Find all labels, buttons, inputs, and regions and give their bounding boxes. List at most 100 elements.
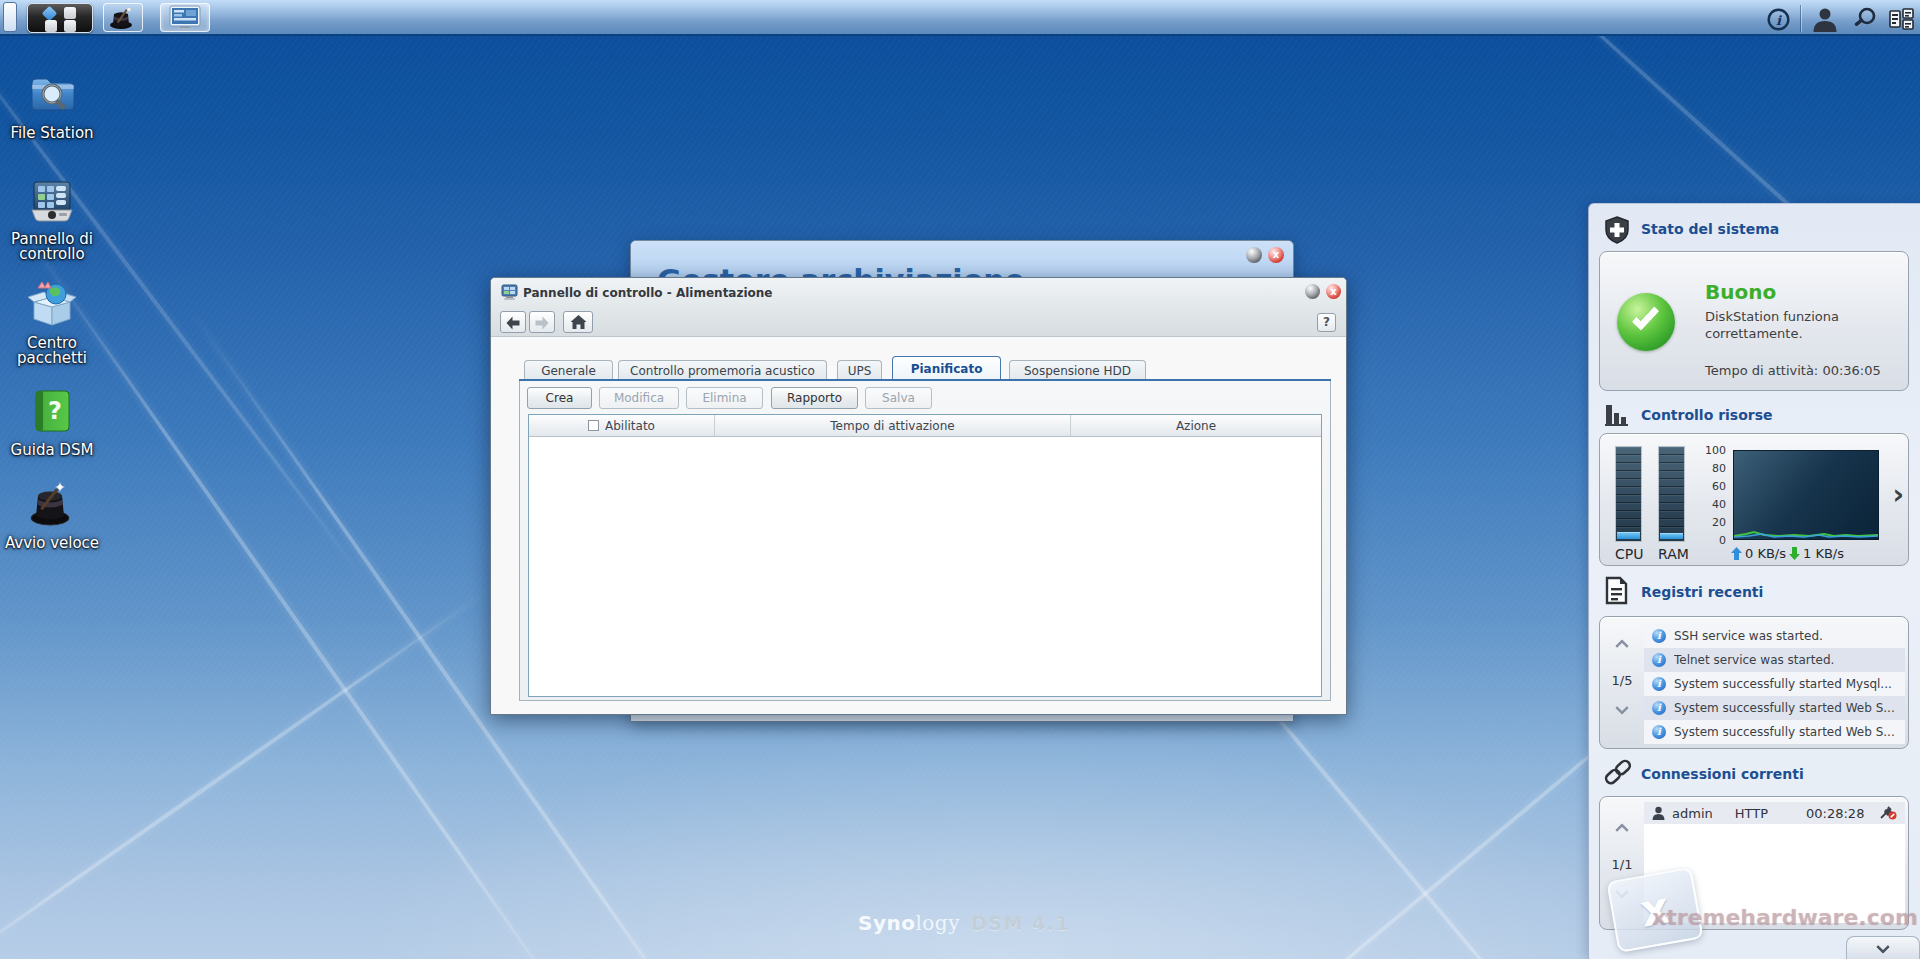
rapporto-button[interactable]: Rapporto — [771, 387, 858, 409]
conn-scroll-up[interactable] — [1615, 823, 1629, 837]
tab-controllo-promemoria[interactable]: Controllo promemoria acustico — [618, 360, 827, 381]
download-value: 1 KB/s — [1803, 546, 1844, 561]
close-icon[interactable]: x — [1268, 247, 1284, 263]
minimize-button[interactable] — [1246, 247, 1262, 263]
info-icon: i — [1652, 725, 1666, 739]
info-icon: i — [1767, 8, 1790, 31]
info-icon: i — [1652, 677, 1666, 691]
taskbar: i — [0, 0, 1920, 36]
sidebar-collapse-tab[interactable] — [1846, 936, 1920, 959]
quick-start-icon — [26, 480, 78, 528]
connections-icon — [1603, 756, 1633, 786]
show-desktop-button[interactable] — [3, 2, 17, 32]
axis-0: 0 — [1700, 534, 1726, 547]
tab-generale[interactable]: Generale — [524, 360, 613, 381]
upload-value: 0 KB/s — [1745, 546, 1786, 561]
conn-protocol: HTTP — [1735, 806, 1768, 821]
window-minimize-button[interactable] — [1305, 284, 1320, 299]
disconnect-icon[interactable] — [1880, 806, 1897, 820]
axis-80: 80 — [1700, 462, 1726, 475]
desktop-icon-label: File Station — [0, 126, 104, 141]
active-app-button[interactable] — [160, 3, 210, 32]
log-list: iSSH service was started. iTelnet servic… — [1644, 624, 1905, 744]
status-desc: DiskStation funzionacorrettamente. — [1705, 308, 1839, 342]
log-row: iSSH service was started. — [1644, 624, 1905, 648]
status-text: Buono — [1705, 280, 1776, 304]
logs-scroll-up[interactable] — [1615, 639, 1629, 653]
watermark-text: xtremehardware.com — [1652, 905, 1918, 930]
main-menu-button[interactable] — [27, 3, 93, 33]
forward-button[interactable] — [529, 311, 555, 333]
axis-60: 60 — [1700, 480, 1726, 493]
column-tempo: Tempo di attivazione — [715, 415, 1071, 436]
tab-ups[interactable]: UPS — [837, 360, 882, 381]
help-button[interactable]: ? — [1317, 313, 1336, 332]
resource-monitor-title: Controllo risorse — [1641, 407, 1773, 423]
schedule-table: Abilitato Tempo di attivazione Azione — [528, 414, 1322, 697]
log-row: iSystem successfully started Web S... — [1644, 696, 1905, 720]
system-status-icon — [1603, 215, 1631, 245]
dsm-logo-version: DSM 4.1 — [971, 912, 1070, 934]
resource-monitor-card: CPU RAM 100 80 60 40 20 0 0 KB/s 1 KB/s … — [1599, 433, 1909, 566]
log-row: iSystem successfully started Web S... — [1644, 720, 1905, 744]
upload-icon — [1731, 547, 1742, 560]
connections-title: Connessioni correnti — [1641, 766, 1804, 782]
quick-launch-button[interactable] — [103, 3, 143, 32]
resource-monitor-icon — [1603, 401, 1631, 429]
desktop-icon-package-center[interactable]: Centro pacchetti — [0, 280, 104, 366]
conn-time: 00:28:28 — [1806, 806, 1864, 821]
info-icon: i — [1652, 701, 1666, 715]
desktop-icon-label: Centro pacchetti — [0, 336, 104, 366]
info-button[interactable]: i — [1764, 0, 1792, 38]
axis-20: 20 — [1700, 516, 1726, 529]
modifica-button[interactable]: Modifica — [599, 387, 679, 409]
uptime-text: Tempo di attività: 00:36:05 — [1705, 363, 1881, 378]
column-label: Abilitato — [605, 419, 655, 433]
user-menu-button[interactable] — [1808, 0, 1842, 38]
back-arrow-icon — [505, 316, 521, 330]
desktop-icon-label: Avvio veloce — [0, 536, 104, 551]
conn-pager: 1/1 — [1600, 857, 1644, 872]
select-all-checkbox[interactable] — [588, 420, 599, 431]
system-status-card: Buono DiskStation funzionacorrettamente.… — [1599, 251, 1909, 391]
svg-text:?: ? — [48, 397, 62, 425]
desktop-icon-dsm-help[interactable]: ? Guida DSM — [0, 387, 104, 458]
desktop-icon-label: Guida DSM — [0, 443, 104, 458]
window-header: Pannello di controllo - Alimentazione x … — [491, 278, 1346, 337]
connection-row: admin HTTP 00:28:28 — [1644, 802, 1905, 824]
user-icon — [1812, 7, 1838, 32]
back-button[interactable] — [500, 311, 526, 333]
status-ok-icon — [1617, 293, 1675, 351]
dsm-logo-brand-bold: Syno — [858, 911, 915, 935]
light-streak — [0, 590, 488, 959]
desktop-icon-control-panel[interactable]: Pannello di controllo — [0, 176, 104, 262]
log-row: iTelnet service was started. — [1644, 648, 1905, 672]
package-center-icon — [26, 280, 78, 328]
crea-button[interactable]: Crea — [527, 387, 592, 409]
window-close-icon[interactable]: x — [1326, 284, 1341, 299]
window-icon — [501, 284, 518, 301]
home-button[interactable] — [563, 311, 593, 333]
control-panel-icon — [27, 176, 77, 224]
search-button[interactable] — [1848, 0, 1882, 38]
main-menu-diamond — [42, 6, 58, 22]
desktop-icon-quick-start[interactable]: Avvio veloce — [0, 480, 104, 551]
elimina-button[interactable]: Elimina — [686, 387, 763, 409]
user-icon — [1652, 806, 1665, 820]
salva-button[interactable]: Salva — [865, 387, 932, 409]
ram-gauge — [1658, 446, 1685, 542]
desktop-icon-label: Pannello di controllo — [0, 232, 104, 262]
tab-pianificato[interactable]: Pianificato — [892, 356, 1001, 381]
table-header: Abilitato Tempo di attivazione Azione — [529, 415, 1321, 437]
pilot-view-button[interactable] — [1886, 0, 1916, 38]
pilot-view-icon — [1889, 8, 1914, 30]
desktop-icon-file-station[interactable]: File Station — [0, 70, 104, 141]
search-icon — [1852, 6, 1878, 32]
window-title: Pannello di controllo - Alimentazione — [523, 286, 773, 300]
logs-scroll-down[interactable] — [1615, 701, 1629, 715]
cpu-label: CPU — [1615, 546, 1642, 562]
expand-chevron[interactable]: › — [1892, 478, 1904, 511]
tab-sospensione-hdd[interactable]: Sospensione HDD — [1009, 360, 1146, 381]
download-icon — [1789, 547, 1800, 560]
cpu-gauge — [1615, 446, 1642, 542]
